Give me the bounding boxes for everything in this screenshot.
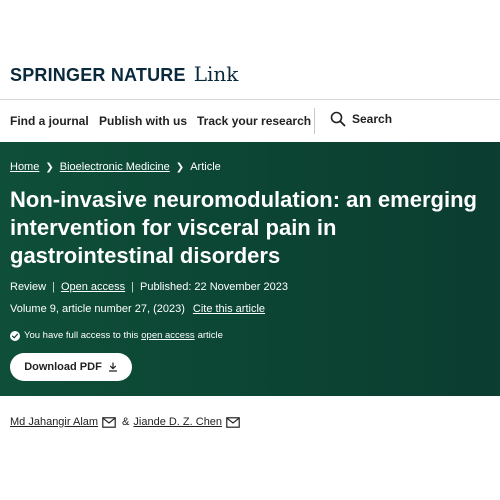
logo-link-text: Link [193,62,239,86]
search-label: Search [352,112,393,126]
mail-icon[interactable] [226,416,240,428]
download-pdf-label: Download PDF [24,361,102,373]
download-icon [108,362,117,372]
meta-separator: | [131,281,134,293]
main-nav: Find a journal Publish with us Track you… [0,100,500,142]
breadcrumb-current: Article [190,161,221,173]
chevron-right-icon: ❯ [175,161,185,173]
cite-article-link[interactable]: Cite this article [193,303,265,315]
access-prefix: You have full access to this [24,330,139,341]
springer-nature-link-logo[interactable]: SPRINGER NATURE Link [10,62,238,86]
meta-separator: | [52,281,55,293]
access-notice: You have full access to this open access… [10,330,223,341]
search-button[interactable]: Search [330,111,392,127]
author-list: Md Jahangir Alam & Jiande D. Z. Chen [10,416,240,428]
nav-publish-with-us[interactable]: Publish with us [99,114,187,128]
breadcrumb-home[interactable]: Home [10,161,39,173]
nav-divider [314,108,315,134]
nav-find-journal[interactable]: Find a journal [10,114,89,128]
author-link[interactable]: Jiande D. Z. Chen [133,416,222,428]
article-title: Non-invasive neuromodulation: an emergin… [10,187,477,268]
access-open-access-link[interactable]: open access [141,330,194,341]
search-icon [330,111,346,127]
breadcrumb: Home ❯ Bioelectronic Medicine ❯ Article [10,161,221,173]
published-date: Published: 22 November 2023 [140,281,288,293]
access-suffix: article [197,330,223,341]
nav-track-research[interactable]: Track your research [197,114,311,128]
article-type: Review [10,281,47,293]
download-pdf-button[interactable]: Download PDF [10,353,132,381]
author-separator: & [122,416,130,428]
article-volume-row: Volume 9, article number 27, (2023) Cite… [10,303,265,315]
open-access-link[interactable]: Open access [61,281,125,293]
article-hero: Home ❯ Bioelectronic Medicine ❯ Article … [0,142,500,396]
article-volume: Volume 9, article number 27, (2023) [10,303,185,315]
logo-brand-text: SPRINGER NATURE [10,65,186,85]
author-link[interactable]: Md Jahangir Alam [10,416,98,428]
mail-icon[interactable] [102,416,116,428]
check-circle-icon [10,330,20,341]
article-meta-row: Review | Open access | Published: 22 Nov… [10,281,288,293]
breadcrumb-journal[interactable]: Bioelectronic Medicine [60,161,170,173]
chevron-right-icon: ❯ [45,161,54,173]
